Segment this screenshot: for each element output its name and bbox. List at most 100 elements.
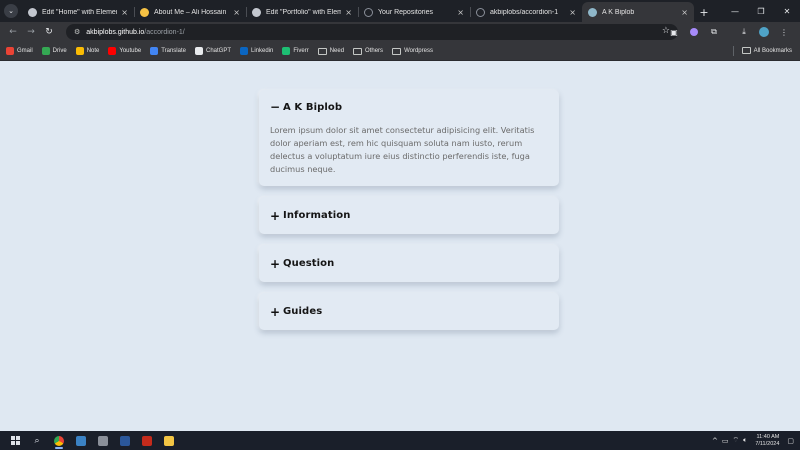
accordion-title: Information: [283, 210, 351, 221]
bookmark-label: Note: [86, 48, 100, 54]
new-tab-button[interactable]: +: [694, 2, 714, 22]
tab-title: Edit "Home" with Elementor: [42, 8, 117, 16]
reload-button[interactable]: ↻: [40, 23, 58, 41]
browser-tab[interactable]: Edit "Home" with Elementor ×: [22, 2, 134, 22]
minus-icon: −: [270, 100, 281, 114]
bookmark-label: Youtube: [119, 48, 142, 54]
close-tab-icon[interactable]: ×: [681, 8, 688, 17]
favicon-icon: [28, 7, 37, 17]
taskbar-chrome[interactable]: [48, 431, 70, 450]
folder-icon: [741, 47, 751, 54]
browser-tab[interactable]: About Me – Ali Hossain ×: [134, 2, 246, 22]
taskbar-app-3[interactable]: [92, 431, 114, 450]
favicon-icon: [588, 7, 597, 17]
bookmark-item[interactable]: Gmail: [6, 47, 33, 55]
notification-icon[interactable]: ▢: [787, 437, 794, 445]
close-tab-icon[interactable]: ×: [121, 8, 128, 17]
forward-button[interactable]: →: [22, 23, 40, 41]
linkedin-icon: [240, 47, 248, 55]
bookmark-item[interactable]: Linkedin: [240, 47, 273, 55]
accordion-item: + Information: [259, 197, 559, 234]
folder-icon: [164, 435, 174, 446]
accordion-item: + Question: [259, 245, 559, 282]
start-button[interactable]: [4, 431, 26, 450]
url-text: akbiplobs.github.io/accordion-1/: [86, 29, 184, 36]
search-button[interactable]: ⌕: [26, 431, 48, 450]
plus-icon: +: [270, 208, 281, 223]
bookmark-item[interactable]: Others: [353, 47, 383, 55]
note-icon: [75, 47, 84, 55]
taskbar-file-explorer[interactable]: [158, 431, 180, 450]
taskbar-app-2[interactable]: [70, 431, 92, 450]
bookmark-item[interactable]: Drive: [41, 47, 67, 55]
bookmark-item[interactable]: Youtube: [108, 47, 141, 55]
minimize-button[interactable]: —: [722, 0, 748, 22]
taskbar-app-5[interactable]: [136, 431, 158, 450]
browser-tab[interactable]: akbiplobs/accordion-1 ×: [470, 2, 582, 22]
accordion-title: Guides: [283, 306, 323, 317]
bookmark-item[interactable]: Translate: [150, 47, 186, 55]
extension-icon[interactable]: ▣: [666, 24, 682, 40]
accordion-content: Lorem ipsum dolor sit amet consectetur a…: [270, 125, 535, 174]
bookmarks-bar: Gmail Drive Note Youtube Translate ChatGPT Lin…: [0, 42, 800, 61]
toolbar-actions: ▣ ⧉ ⤓ ⋮: [666, 24, 792, 40]
chevron-up-icon[interactable]: ^: [712, 437, 718, 445]
accordion-header[interactable]: + Information: [259, 197, 559, 234]
plus-icon: +: [270, 256, 281, 271]
maximize-button[interactable]: ❐: [748, 0, 774, 22]
close-window-button[interactable]: ✕: [774, 0, 800, 22]
taskbar-app-4[interactable]: [114, 431, 136, 450]
accordion-header[interactable]: + Guides: [259, 293, 559, 330]
browser-tab[interactable]: A K Biplob ×: [582, 2, 694, 22]
extension-purple-icon[interactable]: [686, 24, 702, 40]
app-icon: [76, 435, 86, 446]
wifi-icon[interactable]: ⌔: [733, 436, 740, 445]
tab-strip: ⌄ Edit "Home" with Elementor×About Me – …: [0, 0, 800, 22]
drive-icon: [41, 47, 50, 55]
close-tab-icon[interactable]: ×: [569, 8, 576, 17]
tray-app-icon[interactable]: ▭: [722, 437, 729, 445]
bookmark-item[interactable]: Need: [317, 47, 345, 55]
profile-avatar[interactable]: [756, 24, 772, 40]
bookmark-label: ChatGPT: [205, 48, 231, 54]
browser-tab[interactable]: Your Repositories ×: [358, 2, 470, 22]
tab-title: Your Repositories: [378, 8, 433, 16]
folder-icon: [317, 47, 327, 55]
close-tab-icon[interactable]: ×: [233, 8, 240, 17]
favicon-icon: [476, 7, 485, 17]
taskbar: ⌕ ^ ▭ ⌔ 🔈︎ 11:40 AM 7/11/2024 ▢: [0, 431, 800, 450]
back-button[interactable]: ←: [4, 23, 22, 41]
close-tab-icon[interactable]: ×: [345, 8, 352, 17]
clock[interactable]: 11:40 AM 7/11/2024: [755, 434, 779, 448]
address-bar[interactable]: ⚙ akbiplobs.github.io/accordion-1/ ☆: [66, 24, 678, 40]
bookmark-item[interactable]: Note: [75, 47, 100, 55]
window-controls: — ❐ ✕: [722, 0, 800, 22]
all-bookmarks-button[interactable]: All Bookmarks: [741, 47, 792, 54]
menu-kebab-icon[interactable]: ⋮: [776, 24, 792, 40]
clock-time: 11:40 AM: [756, 433, 780, 440]
close-tab-icon[interactable]: ×: [457, 8, 464, 17]
accordion-header[interactable]: + Question: [259, 245, 559, 282]
word-icon: [120, 435, 130, 446]
browser-tab[interactable]: Edit "Portfolio" with Elementor×: [246, 2, 358, 22]
site-info-icon[interactable]: ⚙: [74, 28, 80, 36]
tab-title: A K Biplob: [602, 8, 635, 16]
bookmark-label: Fiverr: [293, 48, 309, 54]
volume-icon[interactable]: 🔈︎: [743, 436, 747, 445]
bookmark-label: Drive: [52, 48, 67, 54]
accordion: − A K Biplob Lorem ipsum dolor sit amet co…: [259, 90, 559, 341]
system-tray: ^ ▭ ⌔ 🔈︎ 11:40 AM 7/11/2024 ▢: [712, 431, 794, 450]
accordion-header[interactable]: − A K Biplob: [259, 90, 559, 124]
bookmark-item[interactable]: Fiverr: [282, 47, 309, 55]
bookmark-item[interactable]: ChatGPT: [194, 47, 231, 55]
youtube-icon: [108, 47, 117, 55]
accordion-title: Question: [283, 258, 335, 269]
chevron-down-icon: ⌄: [4, 4, 18, 18]
favicon-icon: [364, 7, 373, 17]
fiverr-icon: [282, 47, 291, 55]
extensions-puzzle-icon[interactable]: ⧉: [706, 24, 722, 40]
bookmark-item[interactable]: Wordpress: [392, 47, 433, 55]
download-icon[interactable]: ⤓: [736, 24, 752, 40]
tab-search-button[interactable]: ⌄: [0, 0, 22, 22]
bookmark-label: Need: [329, 48, 345, 54]
